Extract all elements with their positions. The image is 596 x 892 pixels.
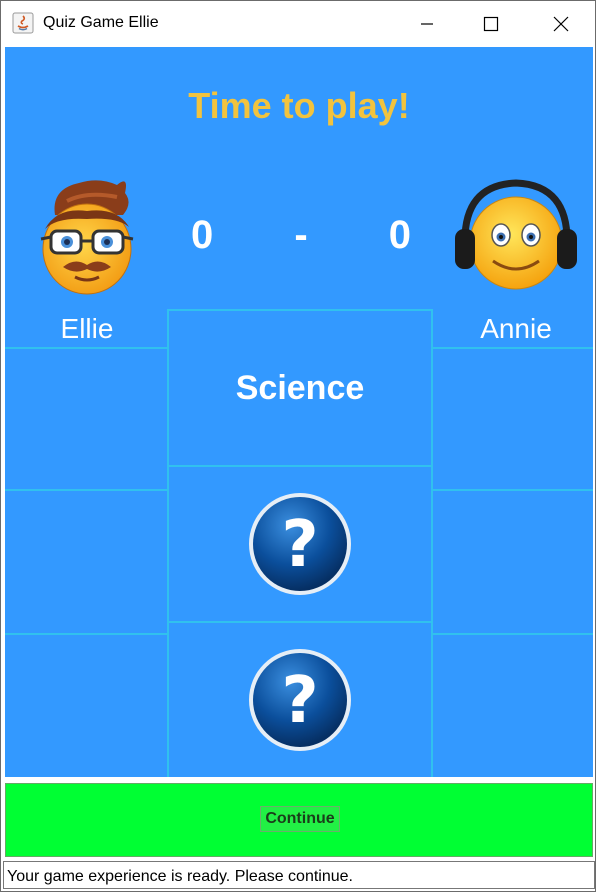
left-board-cell	[5, 489, 169, 635]
ellie-avatar-icon	[37, 171, 137, 297]
right-board-cell	[431, 489, 593, 635]
left-board-cell	[5, 633, 169, 777]
window-title: Quiz Game Ellie	[43, 14, 159, 31]
scoreboard: 0 - 0	[191, 213, 411, 258]
maximize-button[interactable]	[461, 1, 521, 47]
question-icon[interactable]: ?	[247, 647, 353, 753]
game-panel: Time to play! 0 - 0 Ellie Annie Science …	[5, 47, 593, 777]
right-board-cell	[431, 347, 593, 491]
minimize-button[interactable]	[397, 1, 457, 47]
java-app-icon	[12, 12, 34, 34]
question-cell[interactable]: ?	[167, 465, 433, 623]
app-window: Quiz Game Ellie Time to play! 0 - 0 Elli…	[0, 0, 596, 892]
category-cell: Science	[167, 309, 433, 467]
score-separator: -	[294, 213, 308, 257]
right-player-name: Annie	[480, 313, 552, 344]
right-score: 0	[388, 213, 411, 257]
status-bar: Your game experience is ready. Please co…	[3, 861, 595, 889]
game-heading: Time to play!	[188, 85, 410, 126]
category-label: Science	[235, 368, 365, 407]
left-player-name: Ellie	[60, 313, 114, 344]
left-score: 0	[191, 213, 214, 257]
svg-text:?: ?	[281, 508, 318, 582]
continue-button[interactable]: Continue	[260, 806, 340, 832]
title-bar[interactable]: Quiz Game Ellie	[1, 1, 595, 47]
close-button[interactable]	[531, 1, 591, 47]
question-cell[interactable]: ?	[167, 621, 433, 777]
left-board-cell	[5, 347, 169, 491]
annie-avatar-icon	[453, 177, 579, 297]
svg-text:?: ?	[281, 664, 318, 738]
right-board-cell	[431, 633, 593, 777]
question-icon[interactable]: ?	[247, 491, 353, 597]
continue-panel: Continue	[5, 783, 593, 857]
